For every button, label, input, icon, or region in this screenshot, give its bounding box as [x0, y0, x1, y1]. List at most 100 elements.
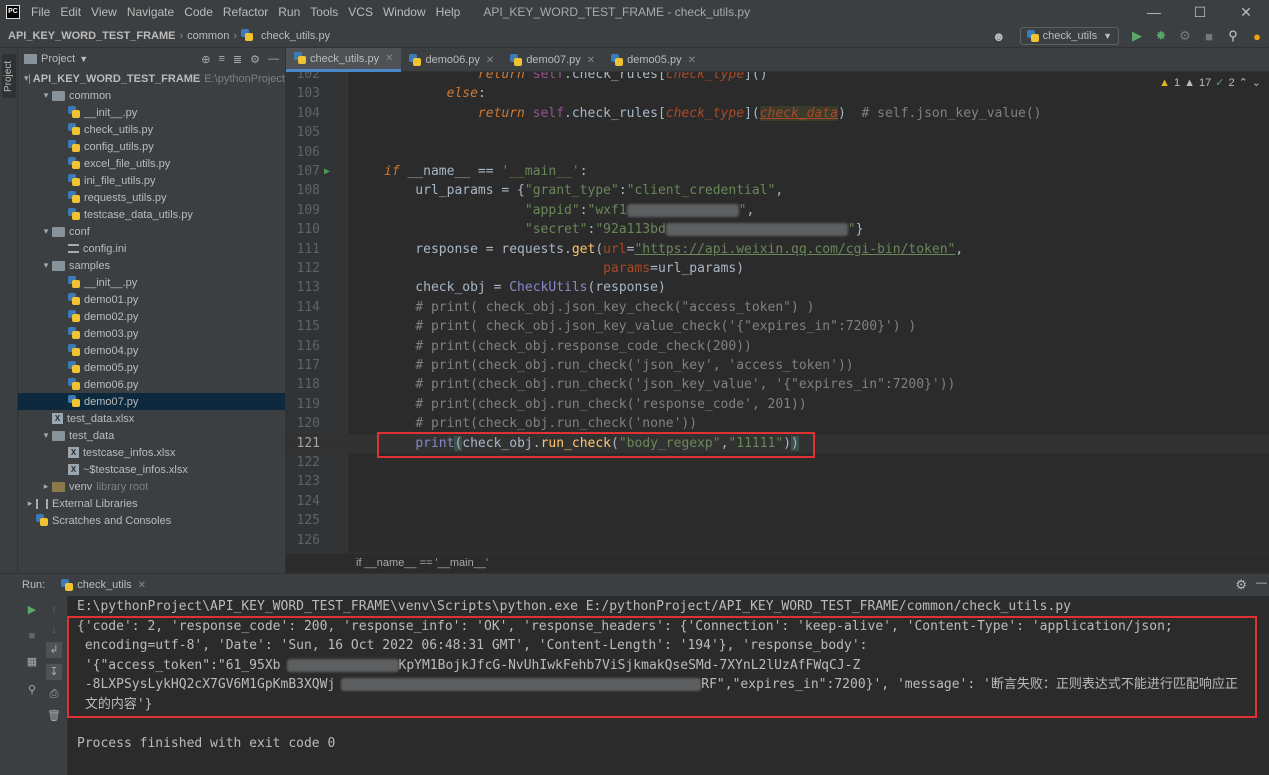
close-icon[interactable]: ✕ [587, 55, 595, 66]
menu-item-code[interactable]: Code [179, 0, 218, 24]
menu-item-view[interactable]: View [86, 0, 122, 24]
stop-icon[interactable]: ■ [1200, 27, 1218, 45]
menu-item-help[interactable]: Help [431, 0, 466, 24]
editor-tab[interactable]: check_utils.py ✕ [286, 48, 402, 72]
search-icon[interactable]: ⚲ [1224, 27, 1242, 45]
chevron-down-icon[interactable]: ▾ [40, 430, 52, 441]
code-line[interactable]: 126 [286, 531, 1269, 550]
editor-tab[interactable]: demo07.py ✕ [502, 48, 603, 72]
chevron-up-icon[interactable]: ⌃ [1239, 76, 1248, 89]
code-line[interactable]: 106 [286, 143, 1269, 162]
update-icon[interactable]: ● [1248, 27, 1266, 45]
maximize-icon[interactable]: ☐ [1177, 0, 1223, 24]
breadcrumb-folder[interactable]: common [183, 30, 233, 42]
menu-item-navigate[interactable]: Navigate [122, 0, 179, 24]
print-icon[interactable]: ⎙ [46, 686, 62, 702]
tree-item[interactable]: ▾ test_data [18, 427, 285, 444]
tree-item[interactable]: ini_file_utils.py [18, 172, 285, 189]
code-line[interactable]: 107 ▶ if __name__ == '__main__': [286, 162, 1269, 181]
tree-item[interactable]: ▸ External Libraries [18, 495, 285, 512]
tree-item[interactable]: excel_file_utils.py [18, 155, 285, 172]
code-editor[interactable]: 102 return self.check_rules[check_type](… [286, 72, 1269, 553]
code-line[interactable]: 111 response = requests.get(url="https:/… [286, 240, 1269, 259]
close-icon[interactable]: ✕ [486, 55, 494, 66]
chevron-down-icon[interactable]: ▾ [40, 226, 52, 237]
tree-item[interactable]: config.ini [18, 240, 285, 257]
code-line[interactable]: 112 params=url_params) [286, 259, 1269, 278]
menu-item-window[interactable]: Window [378, 0, 431, 24]
editor-tab[interactable]: demo06.py ✕ [401, 48, 502, 72]
code-line[interactable]: 116 # print(check_obj.response_code_chec… [286, 337, 1269, 356]
close-icon[interactable]: ✕ [688, 55, 696, 66]
editor-tab[interactable]: demo05.py ✕ [603, 48, 704, 72]
tree-item[interactable]: ▾ samples [18, 257, 285, 274]
tree-item[interactable]: ▸ venv library root [18, 478, 285, 495]
pin-icon[interactable]: ⚲ [24, 682, 40, 698]
tree-item[interactable]: Xtest_data.xlsx [18, 410, 285, 427]
layout-icon[interactable]: ▦ [24, 654, 40, 670]
gear-icon[interactable]: ⚙ [1235, 577, 1247, 593]
breadcrumb-project[interactable]: API_KEY_WORD_TEST_FRAME [0, 30, 179, 42]
chevron-down-icon[interactable]: ▾ [24, 73, 29, 84]
gear-icon[interactable]: ⚙ [250, 53, 260, 66]
chevron-right-icon[interactable]: ▸ [40, 481, 52, 492]
tree-item[interactable]: demo01.py [18, 291, 285, 308]
down-arrow-icon[interactable]: ↓ [46, 622, 62, 638]
tool-tab-project[interactable]: Project [2, 54, 16, 98]
menu-item-vcs[interactable]: VCS [343, 0, 378, 24]
code-line[interactable]: 102 return self.check_rules[check_type](… [286, 72, 1269, 84]
menu-item-file[interactable]: File [26, 0, 55, 24]
tree-item[interactable]: ▾ common [18, 87, 285, 104]
code-line[interactable]: 124 [286, 492, 1269, 511]
expand-all-icon[interactable]: ≡ [218, 53, 224, 66]
stop-icon[interactable]: ■ [24, 628, 40, 644]
breadcrumb-file[interactable]: check_utils.py [257, 30, 334, 42]
tree-item[interactable]: ▾ API_KEY_WORD_TEST_FRAME E:\pythonProject [18, 70, 285, 87]
soft-wrap-icon[interactable]: ↲ [46, 642, 62, 658]
tree-item[interactable]: demo05.py [18, 359, 285, 376]
run-tab[interactable]: check_utils ✕ [53, 574, 154, 596]
code-line[interactable]: 114 # print( check_obj.json_key_check("a… [286, 298, 1269, 317]
tree-item[interactable]: config_utils.py [18, 138, 285, 155]
code-line[interactable]: 123 [286, 472, 1269, 491]
tree-item[interactable]: demo04.py [18, 342, 285, 359]
tree-item[interactable]: demo03.py [18, 325, 285, 342]
scroll-to-end-icon[interactable]: ↧ [46, 664, 62, 680]
close-icon[interactable]: ✕ [138, 580, 146, 591]
code-line[interactable]: 115 # print( check_obj.json_key_value_ch… [286, 317, 1269, 336]
tree-item[interactable]: testcase_data_utils.py [18, 206, 285, 223]
hide-icon[interactable]: — [1256, 577, 1267, 589]
tree-item[interactable]: requests_utils.py [18, 189, 285, 206]
trash-icon[interactable]: 🗑 [46, 708, 62, 724]
close-icon[interactable]: ✕ [385, 53, 393, 64]
tree-item[interactable]: __init__.py [18, 274, 285, 291]
up-arrow-icon[interactable]: ↑ [46, 602, 62, 618]
hide-icon[interactable]: — [268, 53, 279, 66]
chevron-down-icon[interactable]: ▼ [79, 54, 88, 64]
code-line[interactable]: 108 url_params = {"grant_type":"client_c… [286, 181, 1269, 200]
locate-icon[interactable]: ⊕ [201, 53, 210, 66]
tree-item[interactable]: demo06.py [18, 376, 285, 393]
menu-item-run[interactable]: Run [273, 0, 305, 24]
code-line[interactable]: 103 else: [286, 84, 1269, 103]
code-line[interactable]: 109 "appid":"wxf1 ", [286, 201, 1269, 220]
code-line[interactable]: 110 "secret":"92a113bd "} [286, 220, 1269, 239]
editor-breadcrumb[interactable]: if __name__ == '__main__' [286, 553, 1269, 573]
code-line[interactable]: 119 # print(check_obj.run_check('respons… [286, 395, 1269, 414]
collapse-all-icon[interactable]: ≣ [233, 53, 242, 66]
tree-item[interactable]: demo02.py [18, 308, 285, 325]
project-panel-title[interactable]: Project [41, 53, 75, 65]
chevron-right-icon[interactable]: ▸ [24, 498, 36, 509]
run-icon[interactable]: ▶ [1128, 27, 1146, 45]
tree-item[interactable]: X ~$testcase_infos.xlsx [18, 461, 285, 478]
chevron-down-icon[interactable]: ▾ [40, 260, 52, 271]
chevron-down-icon[interactable]: ▾ [40, 90, 52, 101]
tree-item[interactable]: __init__.py [18, 104, 285, 121]
run-gutter-icon[interactable]: ▶ [324, 162, 330, 181]
code-line[interactable]: 125 [286, 511, 1269, 530]
code-line[interactable]: 117 # print(check_obj.run_check('json_ke… [286, 356, 1269, 375]
tree-item[interactable]: Scratches and Consoles [18, 512, 285, 529]
tree-item[interactable]: check_utils.py [18, 121, 285, 138]
inspection-widget[interactable]: ▲ 1 ▲ 17 ✓ 2 ⌃ ⌄ [1159, 76, 1261, 90]
tree-item[interactable]: ▾ conf [18, 223, 285, 240]
